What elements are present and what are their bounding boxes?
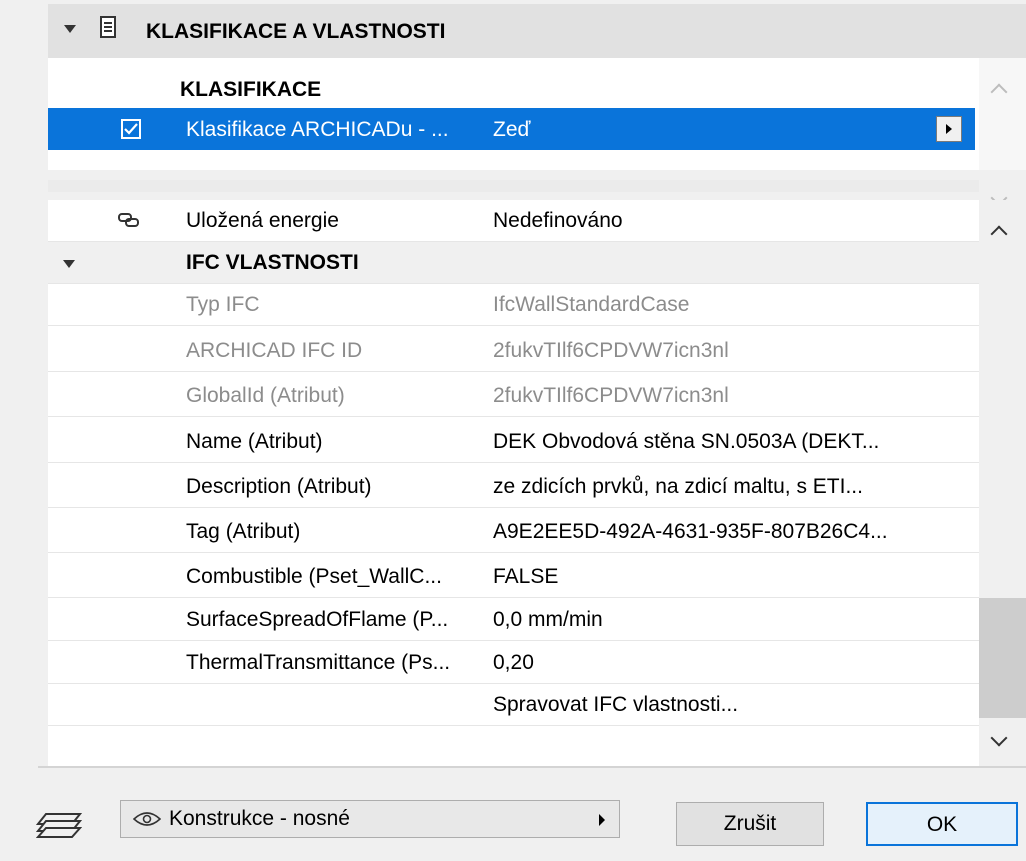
property-row[interactable]: Typ IFC IfcWallStandardCase (48, 284, 979, 326)
classification-value: Zeď (493, 118, 531, 141)
layer-label: Konstrukce - nosné (169, 807, 350, 830)
property-key: GlobalId (Atribut) (186, 384, 345, 407)
play-arrow-icon (946, 124, 952, 134)
property-value: A9E2EE5D-492A-4631-935F-807B26C4... (493, 520, 888, 543)
classification-header: KLASIFIKACE (180, 78, 322, 101)
scroll-down-icon[interactable] (990, 729, 1008, 747)
property-key: ThermalTransmittance (Ps... (186, 651, 451, 674)
manage-ifc-properties-link[interactable]: Spravovat IFC vlastnosti... (493, 693, 738, 717)
eye-icon (133, 812, 161, 826)
property-key: ARCHICAD IFC ID (186, 339, 363, 362)
property-value: 2fukvTIlf6CPDVW7icn3nl (493, 339, 729, 362)
property-row-energy[interactable]: Uložená energie Nedefinováno (48, 200, 979, 242)
property-value: 2fukvTIlf6CPDVW7icn3nl (493, 384, 729, 407)
property-key: Name (Atribut) (186, 430, 323, 453)
property-key: Description (Atribut) (186, 475, 372, 498)
link-icon (118, 213, 139, 227)
property-value: 0,20 (493, 651, 534, 674)
property-row[interactable]: ThermalTransmittance (Ps... 0,20 (48, 642, 979, 684)
property-row[interactable]: ARCHICAD IFC ID 2fukvTIlf6CPDVW7icn3nl (48, 330, 979, 372)
scroll-up-icon[interactable] (990, 83, 1008, 101)
property-key: Typ IFC (186, 293, 260, 316)
property-value: ze zdicích prvků, na zdicí maltu, s ETI.… (493, 475, 863, 498)
ifc-properties-group[interactable]: IFC VLASTNOSTI (48, 242, 979, 284)
manage-ifc-properties-row[interactable]: Spravovat IFC vlastnosti... (48, 684, 979, 726)
property-key: Combustible (Pset_WallC... (186, 565, 442, 588)
property-value: FALSE (493, 565, 559, 588)
collapse-triangle-icon[interactable] (63, 260, 75, 268)
classification-picker-button[interactable] (936, 116, 962, 142)
scroll-up-icon[interactable] (990, 225, 1008, 243)
property-row[interactable]: GlobalId (Atribut) 2fukvTIlf6CPDVW7icn3n… (48, 375, 979, 417)
document-icon (100, 16, 116, 38)
section-header[interactable]: KLASIFIKACE A VLASTNOSTI (48, 4, 1026, 58)
property-row[interactable]: Name (Atribut) DEK Obvodová stěna SN.050… (48, 421, 979, 463)
section-title: KLASIFIKACE A VLASTNOSTI (146, 20, 446, 43)
property-row[interactable]: Tag (Atribut) A9E2EE5D-492A-4631-935F-80… (48, 511, 979, 553)
classification-scrollbar[interactable] (979, 58, 1026, 207)
property-key: Uložená energie (186, 209, 339, 232)
properties-scrollbar[interactable] (979, 200, 1026, 766)
property-value: DEK Obvodová stěna SN.0503A (DEKT... (493, 430, 880, 453)
classification-row-selected[interactable]: Klasifikace ARCHICADu - ... Zeď (48, 108, 975, 150)
layer-dropdown[interactable]: Konstrukce - nosné (120, 800, 620, 838)
scrollbar-thumb[interactable] (979, 598, 1026, 718)
property-row[interactable]: Description (Atribut) ze zdicích prvků, … (48, 466, 979, 508)
property-row[interactable]: Combustible (Pset_WallC... FALSE (48, 556, 979, 598)
group-title: IFC VLASTNOSTI (186, 251, 359, 274)
property-value: IfcWallStandardCase (493, 293, 690, 316)
cancel-button[interactable]: Zrušit (676, 802, 824, 846)
property-row[interactable]: SurfaceSpreadOfFlame (P... 0,0 mm/min (48, 599, 979, 641)
layers-icon (36, 813, 82, 838)
property-key: SurfaceSpreadOfFlame (P... (186, 608, 449, 631)
collapse-triangle-icon[interactable] (64, 25, 76, 33)
property-value: Nedefinováno (493, 209, 623, 232)
panel-separator (48, 180, 979, 192)
property-value: 0,0 mm/min (493, 608, 603, 631)
ok-button[interactable]: OK (866, 802, 1018, 846)
dropdown-arrow-icon (599, 814, 605, 826)
classification-checkbox[interactable] (121, 119, 141, 139)
property-key: Tag (Atribut) (186, 520, 301, 543)
classification-name: Klasifikace ARCHICADu - ... (186, 118, 449, 141)
divider (38, 766, 1026, 768)
